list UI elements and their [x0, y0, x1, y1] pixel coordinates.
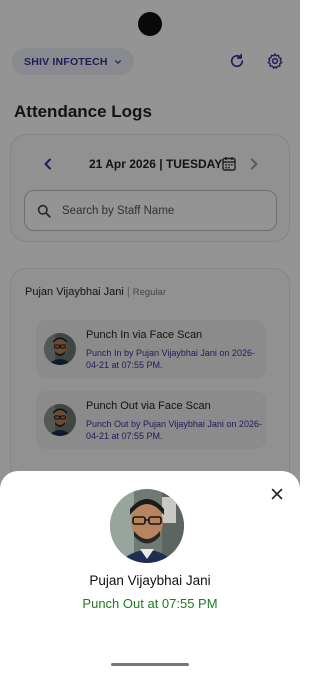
staff-photo: [110, 489, 184, 563]
sheet-staff-name: Pujan Vijaybhai Jani: [89, 573, 211, 588]
staff-photo-image: [110, 489, 184, 563]
close-icon[interactable]: [270, 487, 284, 501]
punch-status: Punch Out at 07:55 PM: [82, 596, 218, 611]
home-indicator[interactable]: [111, 663, 189, 666]
punch-detail-sheet: Pujan Vijaybhai Jani Punch Out at 07:55 …: [0, 471, 300, 673]
app-screen: SHIV INFOTECH Attendance Logs 21 Apr 202…: [0, 0, 300, 673]
